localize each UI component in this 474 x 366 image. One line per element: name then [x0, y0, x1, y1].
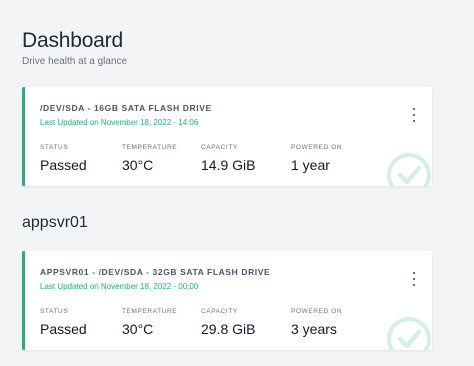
- stat-label: TEMPERATURE: [122, 144, 178, 151]
- check-circle-icon: [387, 153, 431, 186]
- stat-powered-on: POWERED ON 3 years: [291, 308, 342, 337]
- section-title: appsvr01: [22, 214, 88, 231]
- drive-title: /DEV/SDA - 16GB SATA FLASH DRIVE: [40, 103, 212, 113]
- drive-card-header: /DEV/SDA - 16GB SATA FLASH DRIVE Last Up…: [40, 103, 212, 127]
- stat-label: STATUS: [40, 144, 69, 151]
- stat-label: TEMPERATURE: [122, 308, 178, 315]
- stat-value: 30°C: [122, 157, 154, 173]
- drive-card-header: APPSVR01 - /DEV/SDA - 32GB SATA FLASH DR…: [40, 267, 270, 291]
- stat-powered-on: POWERED ON 1 year: [291, 144, 342, 173]
- drive-card[interactable]: /DEV/SDA - 16GB SATA FLASH DRIVE Last Up…: [22, 87, 432, 186]
- stat-temperature: TEMPERATURE 30°C: [122, 308, 177, 337]
- stat-value: Passed: [40, 321, 87, 337]
- stat-label: CAPACITY: [201, 308, 238, 315]
- check-circle-icon: [387, 317, 431, 350]
- page-subtitle: Drive health at a glance: [22, 56, 128, 67]
- drive-title: APPSVR01 - /DEV/SDA - 32GB SATA FLASH DR…: [40, 267, 271, 277]
- stat-label: CAPACITY: [201, 144, 238, 151]
- drive-card[interactable]: APPSVR01 - /DEV/SDA - 32GB SATA FLASH DR…: [22, 251, 432, 350]
- stat-label: POWERED ON: [291, 308, 343, 315]
- stat-capacity: CAPACITY 14.9 GiB: [201, 144, 255, 173]
- stat-temperature: TEMPERATURE 30°C: [122, 144, 177, 173]
- stat-value: 14.9 GiB: [201, 157, 256, 173]
- stat-value: 1 year: [291, 157, 330, 173]
- stat-label: STATUS: [40, 308, 69, 315]
- more-vertical-icon[interactable]: [408, 108, 420, 122]
- last-updated: Last Updated on November 18, 2022 - 00:0…: [40, 282, 199, 291]
- stat-label: POWERED ON: [291, 144, 343, 151]
- stat-value: 3 years: [291, 321, 337, 337]
- last-updated: Last Updated on November 18, 2022 - 14:0…: [40, 118, 199, 127]
- page-title: Dashboard: [22, 29, 123, 52]
- stat-capacity: CAPACITY 29.8 GiB: [201, 308, 255, 337]
- stat-value: 29.8 GiB: [201, 321, 256, 337]
- more-vertical-icon[interactable]: [408, 272, 420, 286]
- stat-value: 30°C: [122, 321, 154, 337]
- stat-status: STATUS Passed: [40, 308, 87, 337]
- stat-status: STATUS Passed: [40, 144, 87, 173]
- stat-value: Passed: [40, 157, 87, 173]
